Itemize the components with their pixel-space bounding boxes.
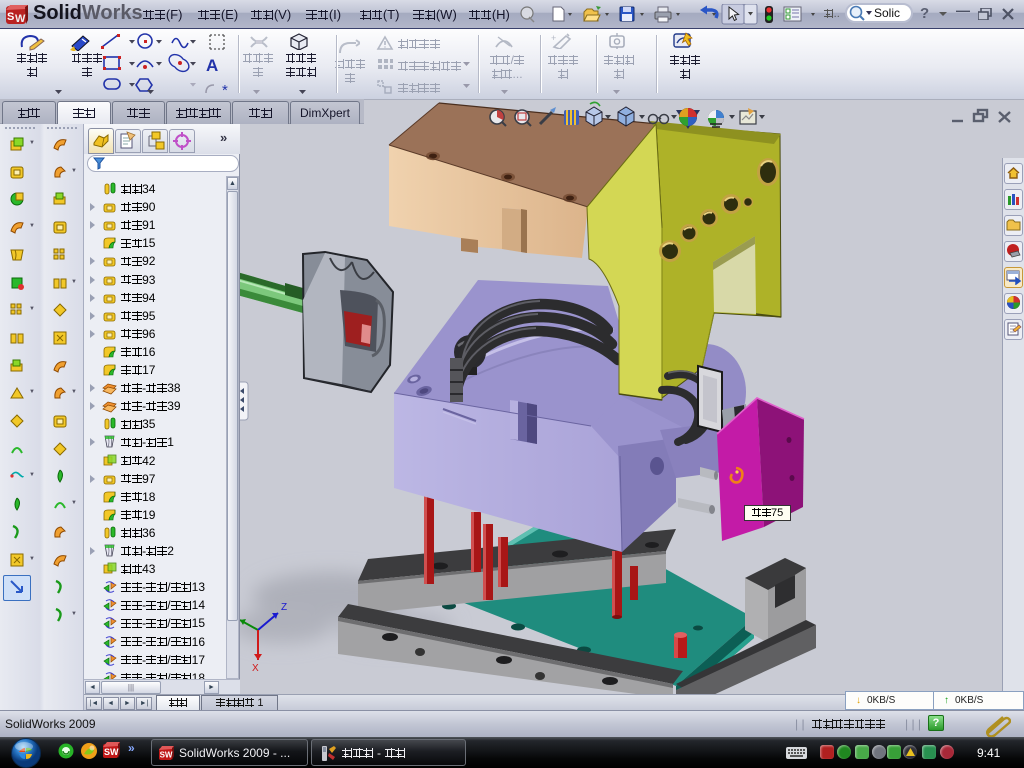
svg-text:X: X xyxy=(252,663,259,674)
svg-text:Z: Z xyxy=(281,602,287,613)
svg-text:SW: SW xyxy=(160,751,173,760)
svg-text:*: * xyxy=(222,82,228,99)
svg-text:+: + xyxy=(551,33,556,43)
svg-text:SW: SW xyxy=(104,747,119,757)
svg-text:A: A xyxy=(206,56,218,75)
svg-text:W: W xyxy=(15,13,26,25)
svg-text:S: S xyxy=(7,11,14,23)
